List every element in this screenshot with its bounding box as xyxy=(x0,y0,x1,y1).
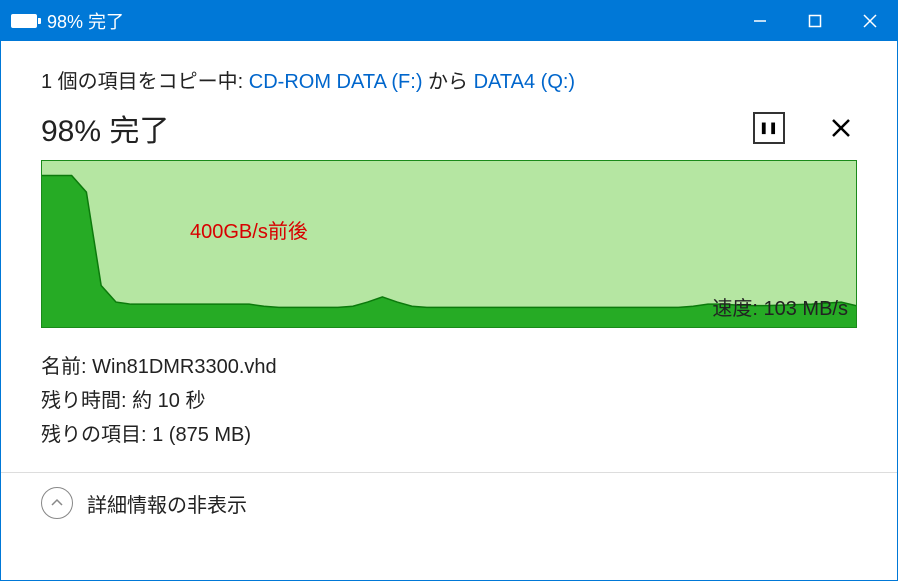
copy-summary: 1 個の項目をコピー中: CD-ROM DATA (F:) から DATA4 (… xyxy=(41,65,857,94)
detail-items: 残りの項目: 1 (875 MB) xyxy=(41,418,857,452)
dialog-content: 1 個の項目をコピー中: CD-ROM DATA (F:) から DATA4 (… xyxy=(1,41,897,580)
titlebar: 98% 完了 xyxy=(1,1,897,41)
items-value: 1 (875 MB) xyxy=(152,424,251,446)
window-title: 98% 完了 xyxy=(47,8,124,34)
battery-fill xyxy=(12,15,36,27)
detail-time: 残り時間: 約 10 秒 xyxy=(41,384,857,418)
time-label: 残り時間: xyxy=(41,390,132,412)
chevron-up-icon[interactable] xyxy=(41,487,73,519)
details-toggle-row[interactable]: 詳細情報の非表示 xyxy=(41,487,857,531)
progress-row: 98% 完了 ❚❚ xyxy=(41,106,857,150)
copy-mid: から xyxy=(422,71,473,93)
speed-label: 速度: 103 MB/s xyxy=(712,292,848,321)
pause-button[interactable]: ❚❚ xyxy=(753,112,785,144)
annotation-label: 400GB/s前後 xyxy=(190,215,308,244)
name-value: Win81DMR3300.vhd xyxy=(92,356,277,378)
items-label: 残りの項目: xyxy=(41,424,152,446)
details-toggle-label: 詳細情報の非表示 xyxy=(87,489,247,518)
details-block: 名前: Win81DMR3300.vhd 残り時間: 約 10 秒 残りの項目:… xyxy=(41,350,857,452)
progress-text: 98% 完了 xyxy=(41,106,713,150)
detail-name: 名前: Win81DMR3300.vhd xyxy=(41,350,857,384)
copy-source-link[interactable]: CD-ROM DATA (F:) xyxy=(249,71,423,93)
maximize-button[interactable] xyxy=(787,1,842,41)
copy-prefix: 1 個の項目をコピー中: xyxy=(41,71,249,93)
close-button[interactable] xyxy=(842,1,897,41)
time-value: 約 10 秒 xyxy=(132,390,205,412)
divider xyxy=(1,472,897,473)
minimize-button[interactable] xyxy=(732,1,787,41)
name-label: 名前: xyxy=(41,356,92,378)
copy-dialog-window: 98% 完了 1 個の項目をコピー中: CD-ROM DATA (F:) から … xyxy=(0,0,898,581)
cancel-button[interactable] xyxy=(825,112,857,144)
speed-chart: 400GB/s前後 速度: 103 MB/s xyxy=(41,160,857,328)
battery-icon xyxy=(11,14,37,28)
copy-dest-link[interactable]: DATA4 (Q:) xyxy=(474,71,575,93)
